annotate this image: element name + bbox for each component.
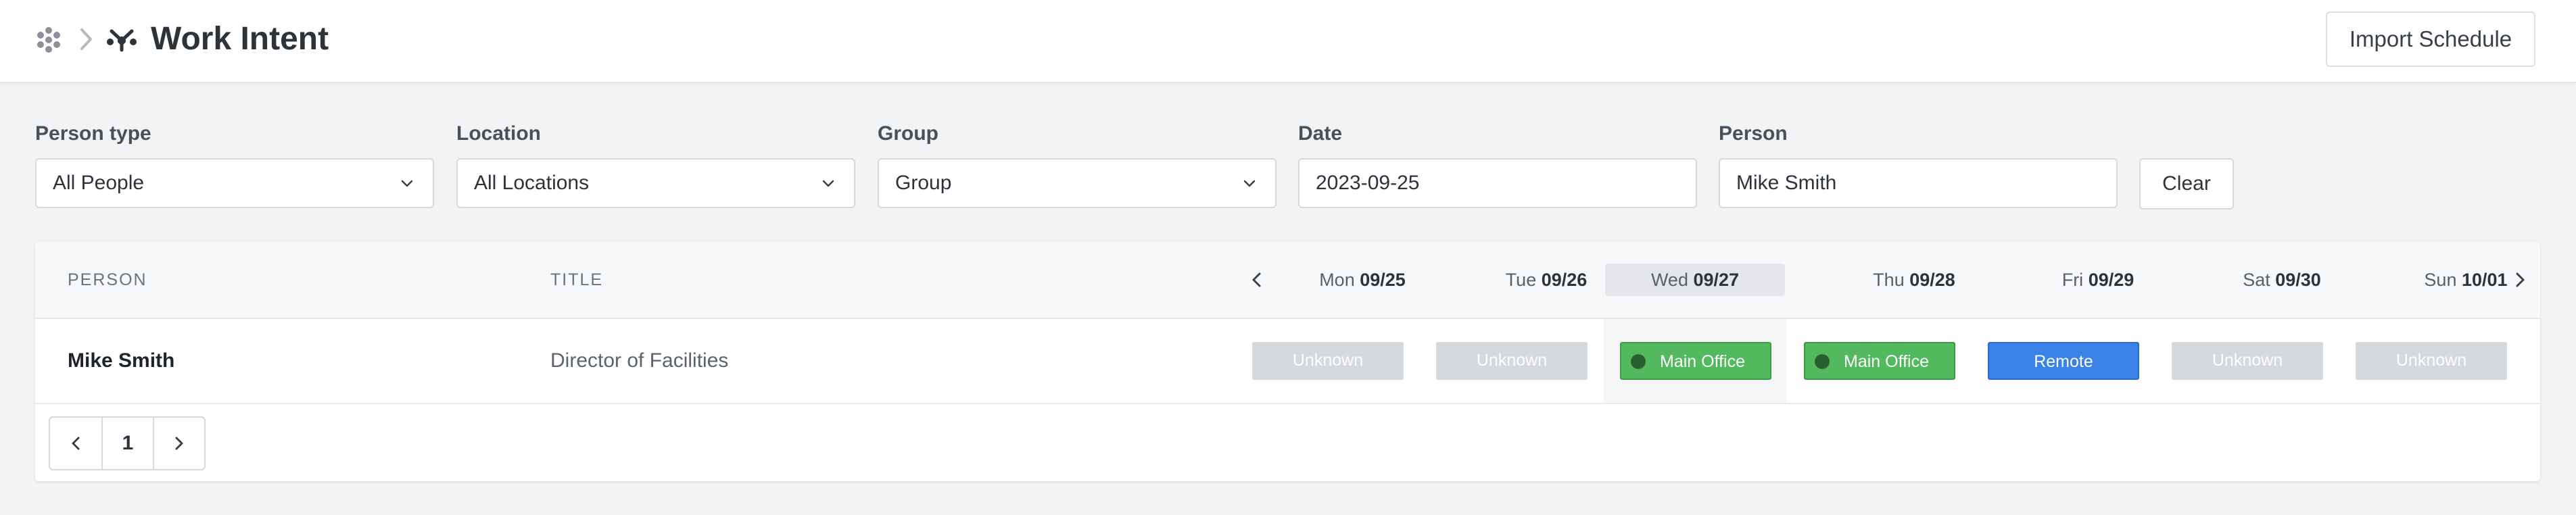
chevron-down-icon [1243, 180, 1256, 187]
day-date: 09/27 [1693, 270, 1740, 290]
status-label: Unknown [1476, 351, 1548, 370]
day-of-week: Thu [1873, 270, 1905, 290]
filter-label: Person type [35, 122, 151, 145]
table-row: Mike Smith Director of Facilities Unknow… [35, 319, 2540, 404]
status-fri[interactable]: Remote [1988, 342, 2139, 380]
previous-week-icon[interactable] [1247, 269, 1267, 291]
day-date: 09/25 [1360, 270, 1406, 290]
day-date: 09/29 [2088, 270, 2134, 290]
previous-page-button[interactable] [50, 418, 101, 469]
location-select[interactable]: All Locations [456, 158, 855, 208]
status-label: Unknown [2212, 351, 2283, 370]
clear-button[interactable]: Clear [2139, 158, 2234, 210]
day-date: 09/28 [1909, 270, 1955, 290]
day-header-wed: Wed 09/27 [1605, 264, 1785, 296]
next-week-icon[interactable] [2510, 269, 2530, 291]
status-mon[interactable]: Unknown [1252, 342, 1404, 380]
filter-person-type: Person type All People [35, 120, 434, 208]
import-schedule-button[interactable]: Import Schedule [2326, 11, 2535, 67]
person-title: Director of Facilities [550, 349, 729, 372]
status-dot-icon [1815, 354, 1830, 369]
status-label: Unknown [2395, 351, 2467, 370]
day-header-fri: Fri 09/29 [2008, 264, 2188, 296]
day-header-sat: Sat 09/30 [2192, 264, 2372, 296]
chevron-down-icon [401, 180, 413, 187]
next-page-button[interactable] [153, 418, 204, 469]
day-date: 09/26 [1541, 270, 1588, 290]
status-tue[interactable]: Unknown [1436, 342, 1588, 380]
status-dot-icon [1631, 354, 1646, 369]
input-value: 2023-09-25 [1316, 172, 1420, 194]
work-intent-icon [107, 29, 137, 52]
day-date: 09/30 [2275, 270, 2321, 290]
chevron-right-icon [175, 437, 183, 450]
filter-label: Person [1719, 122, 1788, 145]
column-header-title: TITLE [550, 270, 604, 289]
input-value: Mike Smith [1736, 172, 1837, 194]
filter-group: Group Group [878, 120, 1277, 208]
breadcrumb-chevron-icon [80, 28, 92, 50]
day-of-week: Sun [2424, 270, 2457, 290]
top-header: Work Intent Import Schedule [0, 0, 2576, 83]
day-date: 10/01 [2461, 270, 2508, 290]
page-title: Work Intent [151, 21, 329, 57]
filter-label: Date [1298, 122, 1343, 145]
status-label: Unknown [1292, 351, 1364, 370]
status-sun[interactable]: Unknown [2356, 342, 2507, 380]
select-value: All People [53, 172, 145, 194]
chevron-left-icon [72, 437, 80, 450]
table-header: PERSON TITLE Mon 09/25 Tue 09/26 Wed 09/… [35, 242, 2540, 319]
group-select[interactable]: Group [878, 158, 1277, 208]
filter-date: Date 2023-09-25 [1298, 120, 1697, 208]
filter-label: Group [878, 122, 938, 145]
select-value: All Locations [474, 172, 590, 194]
person-name: Mike Smith [68, 349, 175, 372]
day-of-week: Tue [1505, 270, 1537, 290]
select-value: Group [895, 172, 952, 194]
status-label: Remote [2034, 352, 2093, 371]
column-header-person: PERSON [68, 270, 147, 289]
status-label: Main Office [1844, 352, 1929, 371]
person-type-select[interactable]: All People [35, 158, 434, 208]
day-of-week: Fri [2061, 270, 2084, 290]
person-input[interactable]: Mike Smith [1719, 158, 2118, 208]
status-label: Main Office [1660, 352, 1745, 371]
status-sat[interactable]: Unknown [2172, 342, 2323, 380]
page-number-button[interactable]: 1 [101, 418, 153, 469]
filter-label: Location [456, 122, 541, 145]
day-of-week: Sat [2243, 270, 2270, 290]
status-thu[interactable]: Main Office [1804, 342, 1955, 380]
filter-person: Person Mike Smith [1719, 120, 2118, 208]
day-of-week: Wed [1650, 270, 1688, 290]
schedule-table: PERSON TITLE Mon 09/25 Tue 09/26 Wed 09/… [35, 242, 2540, 481]
day-header-mon: Mon 09/25 [1272, 264, 1452, 296]
filter-location: Location All Locations [456, 120, 855, 208]
date-input[interactable]: 2023-09-25 [1298, 158, 1697, 208]
status-wed[interactable]: Main Office [1620, 342, 1771, 380]
chevron-down-icon [822, 180, 834, 187]
apps-grid-icon[interactable] [34, 25, 64, 55]
pagination: 1 [49, 416, 206, 470]
day-of-week: Mon [1319, 270, 1355, 290]
day-header-thu: Thu 09/28 [1824, 264, 2004, 296]
